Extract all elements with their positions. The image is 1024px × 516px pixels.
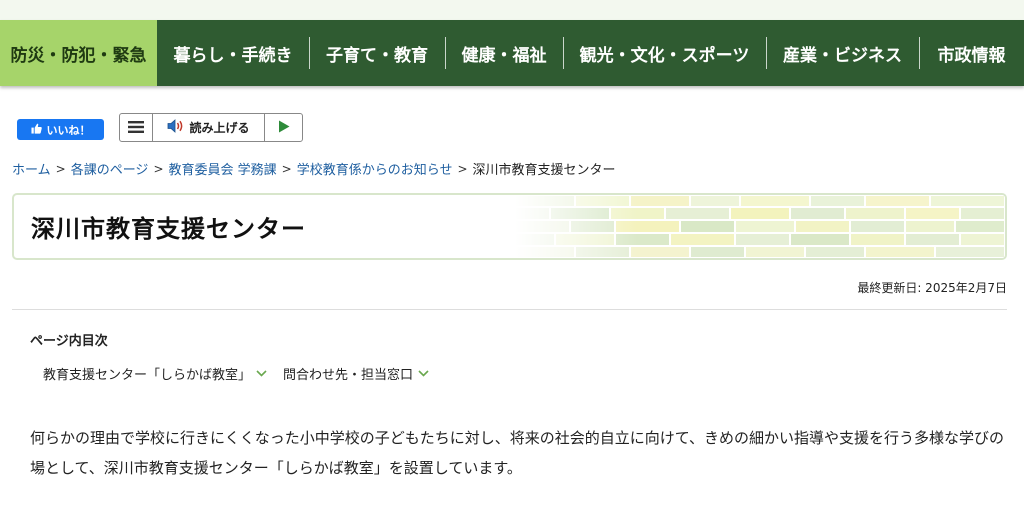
nav-item-label: 子育て・教育 xyxy=(326,45,428,66)
nav-item-business[interactable]: 産業・ビジネス xyxy=(766,20,919,86)
global-nav: 防災・防犯・緊急 暮らし・手続き 子育て・教育 健康・福祉 観光・文化・スポーツ… xyxy=(0,20,1024,86)
nav-item-city-info[interactable]: 市政情報 xyxy=(919,20,1024,86)
nav-item-label: 暮らし・手続き xyxy=(173,45,293,66)
top-strip xyxy=(0,0,1024,20)
toc-link-shirakaba[interactable]: 教育支援センター「しらかば教室」 xyxy=(43,364,267,383)
nav-item-label: 防災・防犯・緊急 xyxy=(10,45,147,66)
breadcrumb-chevron-icon: > xyxy=(281,161,292,176)
reader-menu-button[interactable] xyxy=(120,114,153,141)
intro-paragraph: 何らかの理由で学校に行きにくくなった小中学校の子どもたちに対し、将来の社会的自立… xyxy=(30,429,1004,477)
facebook-like-button[interactable]: いいね！ xyxy=(17,119,104,140)
nav-item-disaster[interactable]: 防災・防犯・緊急 xyxy=(0,20,157,86)
breadcrumb-link-home[interactable]: ホーム xyxy=(12,159,51,178)
like-label: いいね！ xyxy=(46,123,91,137)
nav-item-health[interactable]: 健康・福祉 xyxy=(445,20,563,86)
play-button[interactable] xyxy=(265,114,302,141)
read-aloud-button[interactable]: 読み上げる xyxy=(153,114,265,141)
breadcrumb-link-notices[interactable]: 学校教育係からのお知らせ xyxy=(297,159,453,178)
breadcrumb-current: 深川市教育支援センター xyxy=(472,163,616,178)
nav-item-childcare[interactable]: 子育て・教育 xyxy=(309,20,445,86)
toc-link-label: 教育支援センター「しらかば教室」 xyxy=(43,368,252,383)
menu-icon xyxy=(128,118,144,137)
last-updated: 最終更新日: 2025年2月7日 xyxy=(857,281,1007,295)
breadcrumb-chevron-icon: > xyxy=(153,161,164,176)
divider xyxy=(12,309,1007,310)
nav-item-label: 産業・ビジネス xyxy=(783,45,902,66)
breadcrumb-link-school-affairs[interactable]: 教育委員会 学務課 xyxy=(169,159,277,178)
thumbs-up-icon xyxy=(30,123,42,137)
play-icon xyxy=(278,118,290,137)
breadcrumb-link-departments[interactable]: 各課のページ xyxy=(71,159,149,178)
toc-link-label: 問合わせ先・担当窓口 xyxy=(283,368,414,383)
nav-item-living[interactable]: 暮らし・手続き xyxy=(157,20,309,86)
chevron-down-icon xyxy=(256,366,267,381)
brick-pattern-decoration xyxy=(515,195,1005,258)
page-title: 深川市教育支援センター xyxy=(31,215,306,243)
speaker-icon xyxy=(167,119,185,136)
nav-item-label: 健康・福祉 xyxy=(461,45,547,66)
page-title-box: 深川市教育支援センター xyxy=(12,193,1007,260)
breadcrumb-chevron-icon: > xyxy=(55,161,66,176)
chevron-down-icon xyxy=(418,366,429,381)
breadcrumb-chevron-icon: > xyxy=(457,161,468,176)
nav-item-label: 市政情報 xyxy=(937,45,1006,66)
breadcrumb: ホーム > 各課のページ > 教育委員会 学務課 > 学校教育係からのお知らせ … xyxy=(12,159,616,179)
toc-link-contact[interactable]: 問合わせ先・担当窓口 xyxy=(283,364,429,383)
nav-item-tourism[interactable]: 観光・文化・スポーツ xyxy=(563,20,766,86)
read-aloud-label: 読み上げる xyxy=(189,121,250,135)
text-reader-toolbar: 読み上げる xyxy=(119,113,303,142)
toc-list: 教育支援センター「しらかば教室」 問合わせ先・担当窓口 xyxy=(43,364,429,383)
toc-heading: ページ内目次 xyxy=(30,334,108,349)
nav-item-label: 観光・文化・スポーツ xyxy=(579,45,750,66)
